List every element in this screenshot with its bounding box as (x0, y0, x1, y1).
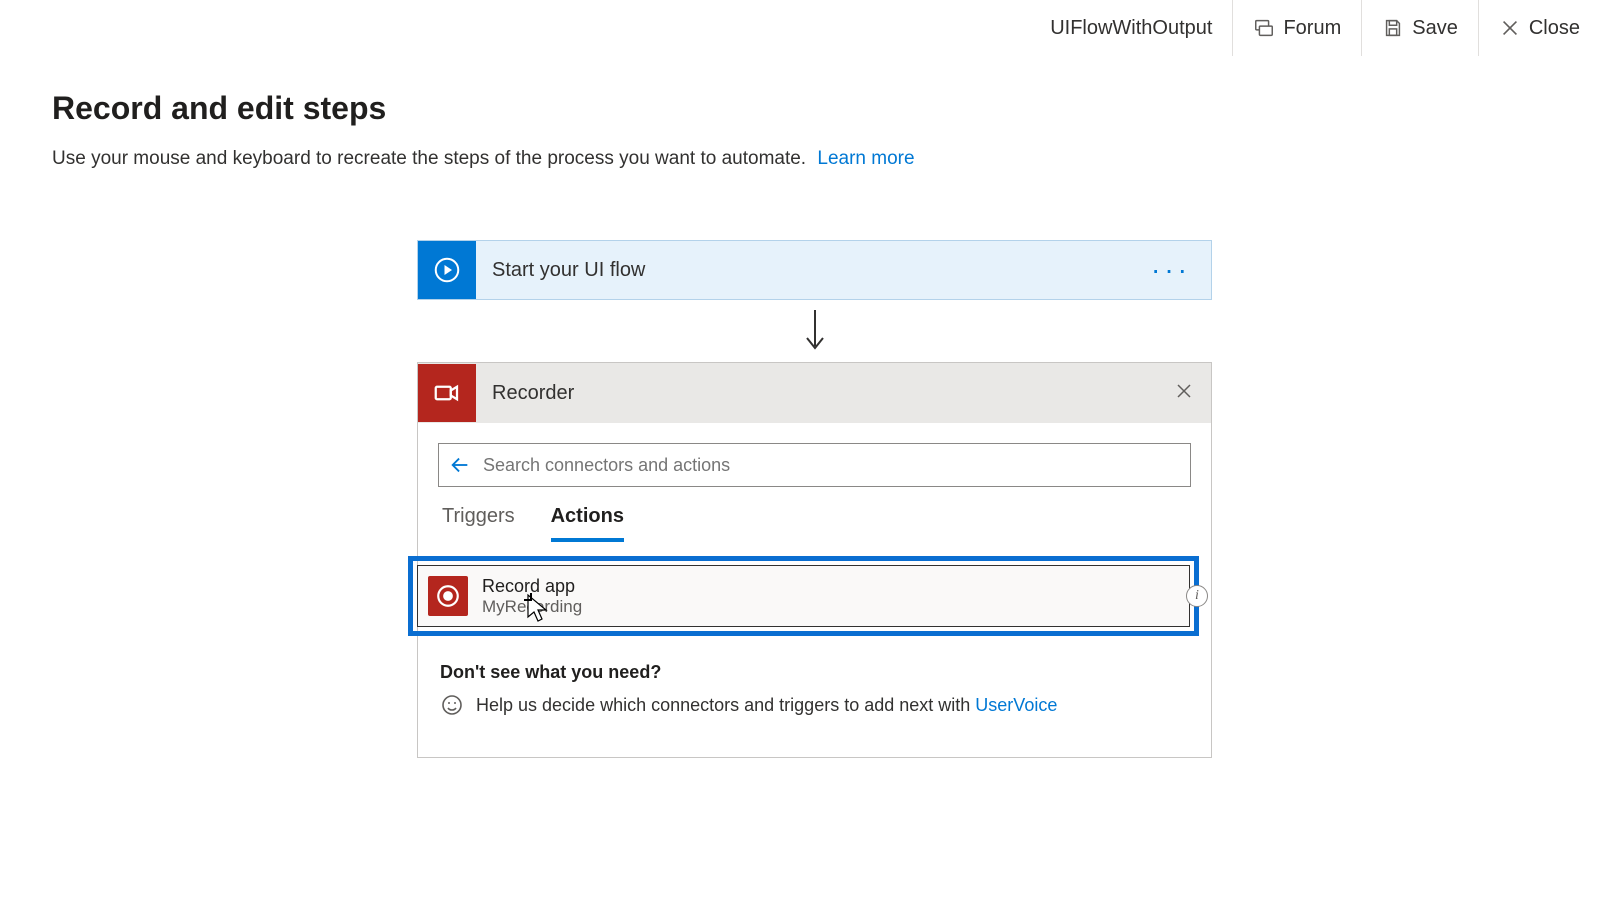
save-label: Save (1412, 17, 1458, 40)
record-app-action[interactable]: Record app MyRecording (417, 565, 1190, 627)
action-item-highlight: Record app MyRecording i (408, 556, 1199, 636)
help-question: Don't see what you need? (440, 662, 1191, 683)
help-text: Help us decide which connectors and trig… (476, 695, 970, 715)
save-icon (1382, 17, 1404, 39)
flow-canvas: Start your UI flow ··· Recorder (417, 240, 1212, 758)
page-description: Use your mouse and keyboard to recreate … (52, 148, 915, 170)
record-icon (428, 576, 468, 616)
recorder-close-button[interactable] (1157, 382, 1211, 405)
uservoice-link[interactable]: UserVoice (975, 695, 1057, 715)
help-block: Don't see what you need? Help us decide … (438, 662, 1191, 717)
top-toolbar: UIFlowWithOutput Forum Save Close (1030, 0, 1600, 56)
page-description-text: Use your mouse and keyboard to recreate … (52, 148, 806, 169)
connector-arrow (417, 300, 1212, 362)
recorder-body: Triggers Actions Record app MyRecording (418, 423, 1211, 757)
page-title: Record and edit steps (52, 90, 386, 127)
start-flow-step[interactable]: Start your UI flow ··· (417, 240, 1212, 300)
start-flow-label: Start your UI flow (476, 259, 1131, 282)
forum-button[interactable]: Forum (1232, 0, 1361, 56)
recorder-header[interactable]: Recorder (418, 363, 1211, 423)
info-icon[interactable]: i (1186, 585, 1208, 607)
action-title: Record app (482, 576, 582, 597)
tab-triggers[interactable]: Triggers (442, 505, 515, 542)
recorder-card: Recorder Triggers Actions (417, 362, 1212, 758)
close-icon (1499, 17, 1521, 39)
search-row[interactable] (438, 443, 1191, 487)
action-item-texts: Record app MyRecording (482, 576, 582, 617)
help-row: Help us decide which connectors and trig… (440, 693, 1191, 717)
flow-name: UIFlowWithOutput (1030, 17, 1232, 40)
close-button[interactable]: Close (1478, 0, 1600, 56)
smiley-icon (440, 693, 464, 717)
close-icon (1175, 382, 1193, 400)
tabs: Triggers Actions (438, 487, 1191, 542)
save-button[interactable]: Save (1361, 0, 1478, 56)
forum-icon (1253, 17, 1275, 39)
forum-label: Forum (1283, 17, 1341, 40)
tab-actions[interactable]: Actions (551, 505, 624, 542)
search-input[interactable] (483, 455, 1180, 476)
step-more-button[interactable]: ··· (1131, 265, 1211, 275)
learn-more-link[interactable]: Learn more (817, 148, 914, 169)
close-label: Close (1529, 17, 1580, 40)
play-icon (418, 241, 476, 299)
recorder-title: Recorder (476, 382, 1157, 405)
back-arrow-icon[interactable] (449, 454, 471, 476)
action-subtitle: MyRecording (482, 597, 582, 617)
recorder-icon (418, 364, 476, 422)
